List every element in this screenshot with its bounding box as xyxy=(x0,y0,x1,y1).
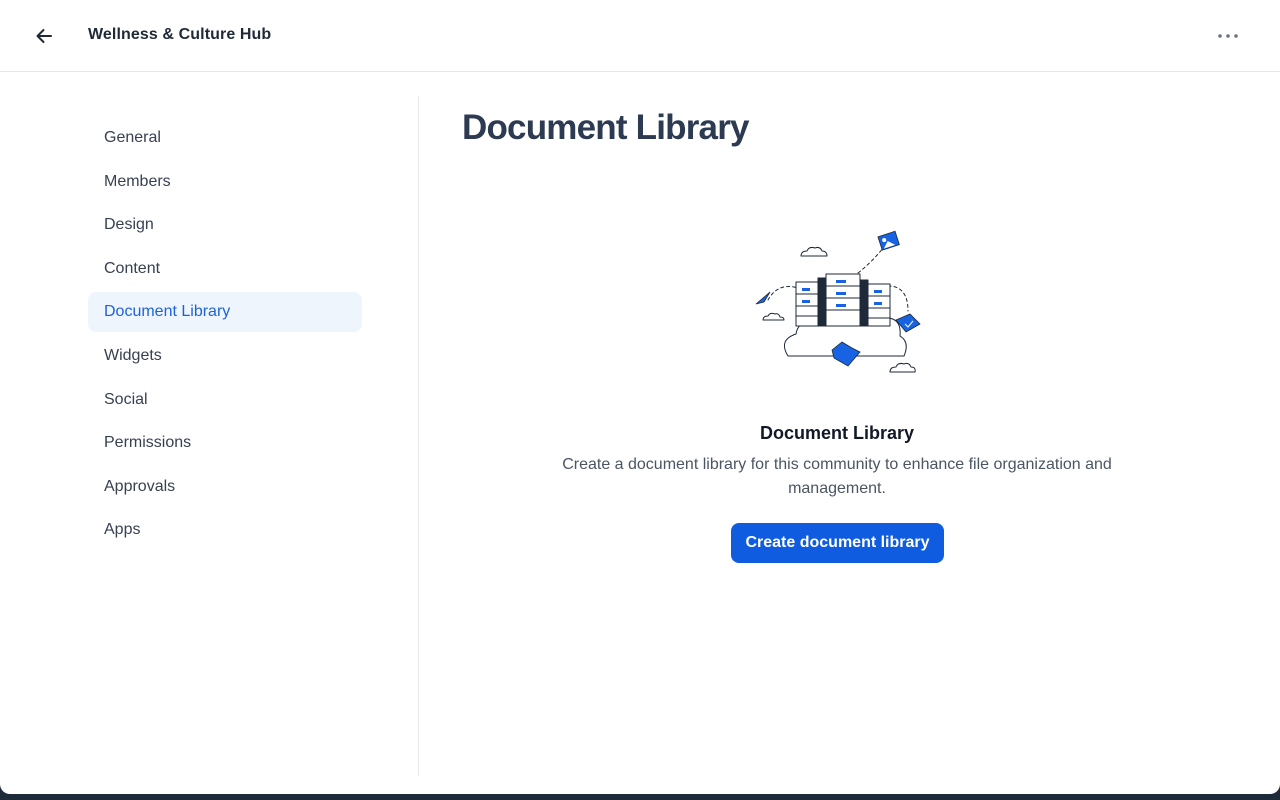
empty-state-title: Document Library xyxy=(759,423,915,443)
back-button[interactable] xyxy=(24,16,64,56)
sidebar-item-permissions[interactable]: Permissions xyxy=(88,423,362,463)
empty-state-description: Create a document library for this commu… xyxy=(562,456,1112,497)
top-bar: Wellness & Culture Hub xyxy=(0,0,1280,72)
page-title: Document Library xyxy=(462,108,750,147)
arrow-left-icon xyxy=(36,29,52,43)
sidebar-item-general[interactable]: General xyxy=(88,118,362,158)
sidebar-item-apps[interactable]: Apps xyxy=(88,510,362,550)
more-options-button[interactable] xyxy=(1208,18,1248,54)
sidebar-divider xyxy=(418,96,419,776)
empty-state-illustration xyxy=(748,228,928,378)
settings-sidebar: General Members Design Content Document … xyxy=(88,118,362,554)
sidebar-item-social[interactable]: Social xyxy=(88,380,362,420)
sidebar-item-approvals[interactable]: Approvals xyxy=(88,467,362,507)
more-horizontal-icon xyxy=(1218,34,1238,38)
sidebar-item-content[interactable]: Content xyxy=(88,249,362,289)
sidebar-item-members[interactable]: Members xyxy=(88,162,362,202)
app-window: Wellness & Culture Hub General Members D… xyxy=(0,0,1280,794)
sidebar-item-document-library[interactable]: Document Library xyxy=(88,292,362,333)
file-cabinets-cloud-illustration xyxy=(755,230,921,373)
sidebar-item-widgets[interactable]: Widgets xyxy=(88,336,362,376)
community-title: Wellness & Culture Hub xyxy=(88,26,272,43)
create-document-library-button[interactable]: Create document library xyxy=(731,523,944,563)
sidebar-item-design[interactable]: Design xyxy=(88,205,362,245)
